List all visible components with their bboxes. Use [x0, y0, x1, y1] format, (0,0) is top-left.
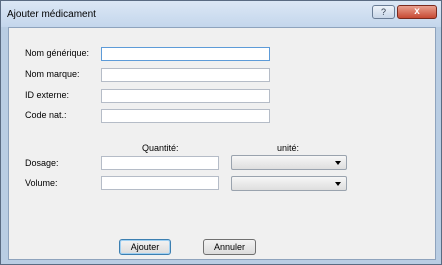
chevron-down-icon — [335, 182, 341, 186]
generic-name-input[interactable] — [101, 47, 270, 61]
window-title: Ajouter médicament — [7, 9, 96, 20]
dialog-body: Nom générique: Nom marque: ID externe: C… — [8, 27, 436, 260]
add-button[interactable]: Ajouter — [119, 239, 171, 255]
generic-name-label: Nom générique: — [25, 48, 90, 58]
dosage-quantity-input[interactable] — [101, 156, 219, 170]
brand-name-label: Nom marque: — [25, 69, 80, 79]
external-id-input[interactable] — [101, 89, 270, 103]
unit-header: unité: — [277, 143, 300, 153]
nat-code-label: Code nat.: — [25, 110, 67, 120]
external-id-label: ID externe: — [25, 90, 70, 100]
cancel-button[interactable]: Annuler — [203, 239, 256, 255]
brand-name-input[interactable] — [101, 68, 270, 82]
chevron-down-icon — [335, 161, 341, 165]
quantity-header: Quantité: — [142, 143, 179, 153]
help-button[interactable]: ? — [372, 5, 395, 19]
volume-label: Volume: — [25, 178, 58, 188]
dosage-unit-select[interactable] — [231, 155, 347, 170]
title-bar[interactable]: Ajouter médicament ? x — [1, 1, 441, 27]
close-button[interactable]: x — [397, 5, 437, 19]
dialog-window: Ajouter médicament ? x Nom générique: No… — [0, 0, 442, 265]
dosage-label: Dosage: — [25, 158, 59, 168]
volume-unit-select[interactable] — [231, 176, 347, 191]
nat-code-input[interactable] — [101, 109, 270, 123]
volume-quantity-input[interactable] — [101, 176, 219, 190]
